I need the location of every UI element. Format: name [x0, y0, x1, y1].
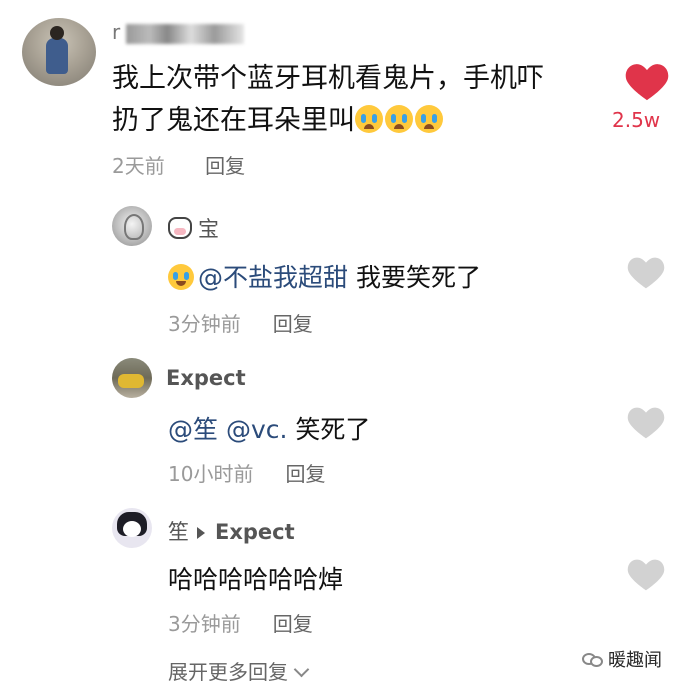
watermark: 暖趣闻 — [582, 646, 662, 672]
comment-text-line1: 我上次带个蓝牙耳机看鬼片，手机吓 — [112, 63, 544, 94]
reply-text: 哈哈哈哈哈哈焯 — [168, 565, 344, 594]
like-count: 2.5w — [612, 108, 661, 132]
reply-button[interactable]: 回复 — [273, 312, 313, 336]
reply-username[interactable]: Expect — [166, 366, 246, 390]
comment-time: 2天前 — [112, 154, 165, 178]
crying-emoji-icon — [385, 105, 413, 133]
expand-replies-button[interactable]: 展开更多回复 — [168, 656, 310, 685]
mention-link[interactable]: @不盐我超甜 — [198, 263, 348, 292]
reply-to-username[interactable]: Expect — [215, 520, 295, 544]
wechat-icon — [582, 651, 604, 669]
reply-button[interactable]: 回复 — [205, 154, 245, 178]
mention-link[interactable]: @笙 @vc. — [168, 415, 287, 444]
reply-time: 3分钟前 — [168, 312, 241, 336]
heart-icon[interactable] — [626, 404, 666, 444]
commenter-username[interactable]: r — [112, 20, 245, 44]
commenter-avatar[interactable] — [22, 18, 96, 86]
username-blur — [126, 23, 245, 44]
heart-icon[interactable] — [626, 254, 666, 294]
laughing-crying-emoji-icon — [168, 264, 194, 290]
chevron-down-icon — [293, 661, 310, 678]
heart-icon[interactable] — [626, 556, 666, 596]
reply-meta: 3分钟前 回复 — [168, 308, 313, 337]
comment-text-line2: 扔了鬼还在耳朵里叫 — [112, 100, 592, 142]
reply-meta: 10小时前 回复 — [168, 458, 325, 487]
reply-text: @笙 @vc. 笑死了 — [168, 415, 371, 444]
reply-username[interactable]: 笙 Expect — [168, 516, 295, 546]
heart-icon[interactable] — [624, 60, 670, 106]
reply-arrow-icon — [197, 526, 205, 539]
crying-emoji-icon — [355, 105, 383, 133]
reply-button[interactable]: 回复 — [285, 462, 325, 486]
reply-username[interactable]: 宝 — [168, 213, 219, 243]
reply-text: @不盐我超甜 我要笑死了 — [168, 258, 481, 294]
reply-avatar[interactable] — [112, 358, 152, 398]
comment-text: 我上次带个蓝牙耳机看鬼片，手机吓 扔了鬼还在耳朵里叫 — [112, 58, 592, 142]
reply-meta: 3分钟前 回复 — [168, 608, 313, 637]
cow-emoji-icon — [168, 217, 192, 239]
crying-emoji-icon — [415, 105, 443, 133]
reply-avatar[interactable] — [112, 508, 152, 548]
reply-avatar[interactable] — [112, 206, 152, 246]
comment-meta: 2天前 回复 — [112, 150, 245, 179]
reply-time: 3分钟前 — [168, 612, 241, 636]
reply-time: 10小时前 — [168, 462, 254, 486]
reply-button[interactable]: 回复 — [273, 612, 313, 636]
